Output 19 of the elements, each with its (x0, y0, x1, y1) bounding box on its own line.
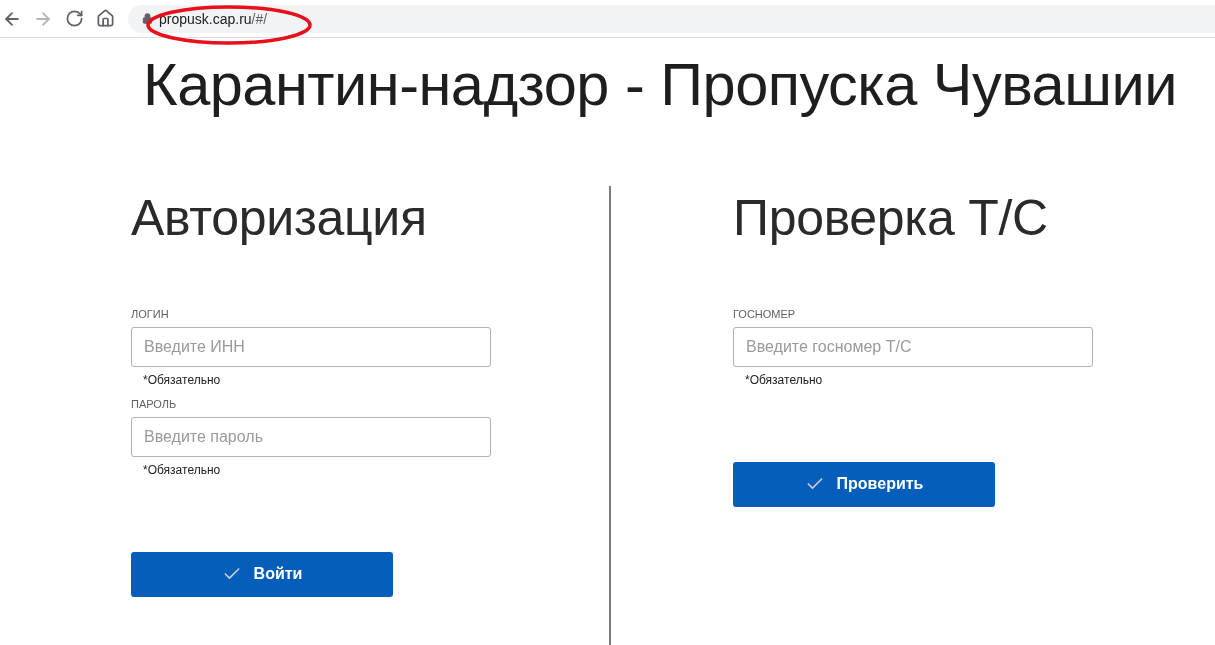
address-bar[interactable]: propusk.cap.ru/#/ (128, 4, 1215, 33)
input-field[interactable]: Введите ИНН (131, 326, 491, 367)
field-label: ГОСНОМЕР (733, 306, 796, 321)
required-note: *Обязательно (745, 372, 823, 387)
page-title: Карантин-надзор - Пропуска Чувашии (143, 55, 1178, 115)
lock-icon (142, 13, 153, 24)
input-field[interactable]: Введите пароль (131, 416, 491, 457)
url-text: propusk.cap.ru/#/ (159, 10, 268, 27)
submit-button[interactable]: Войти (131, 551, 393, 597)
submit-button[interactable]: Проверить (733, 461, 995, 507)
field-label: ЛОГИН (131, 306, 169, 321)
required-note: *Обязательно (143, 462, 221, 477)
section-heading: Проверка Т/С (733, 192, 1049, 243)
input-field[interactable]: Введите госномер Т/С (733, 326, 1093, 367)
reload-icon (64, 9, 84, 28)
home-icon (95, 9, 115, 28)
required-note: *Обязательно (143, 372, 221, 387)
section-heading: Авторизация (131, 192, 428, 243)
field-label: ПАРОЛЬ (131, 396, 177, 411)
